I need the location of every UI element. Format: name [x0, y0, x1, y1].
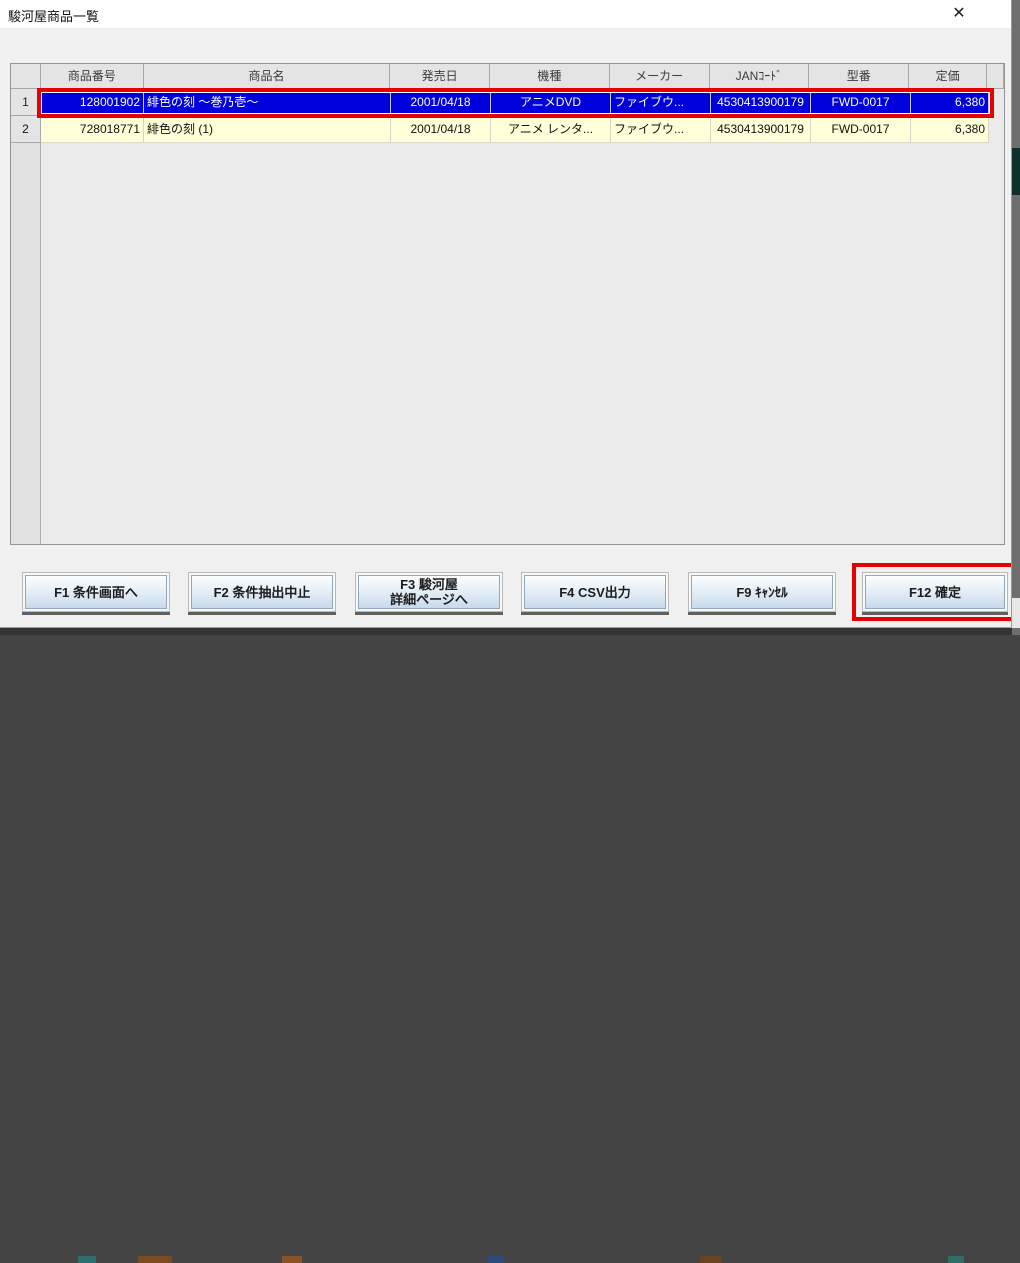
column-header-platform[interactable]: 機種 — [490, 64, 610, 89]
cell-release-date[interactable]: 2001/04/18 — [391, 89, 491, 116]
f2-abort-extraction-button[interactable]: F2 条件抽出中止 — [191, 575, 333, 609]
f2-button-frame: F2 条件抽出中止 — [188, 572, 336, 612]
desktop-background-block — [1012, 148, 1020, 195]
column-header-release-date[interactable]: 発売日 — [390, 64, 491, 89]
f1-condition-screen-button[interactable]: F1 条件画面へ — [25, 575, 167, 609]
f3-button-frame: F3 駿河屋 詳細ページへ — [355, 572, 503, 612]
grid-header-row: 商品番号 商品名 発売日 機種 メーカー JANｺｰﾄﾞ 型番 定価 — [11, 64, 1004, 89]
cell-product-name[interactable]: 緋色の刻 〜巻乃壱〜 — [144, 89, 391, 116]
column-header-model-no[interactable]: 型番 — [809, 64, 910, 89]
f4-csv-export-button[interactable]: F4 CSV出力 — [524, 575, 666, 609]
f9-cancel-button[interactable]: F9 ｷｬﾝｾﾙ — [691, 575, 833, 609]
f3-button-label-line1: F3 駿河屋 — [400, 577, 458, 592]
cell-product-name[interactable]: 緋色の刻 (1) — [144, 116, 391, 143]
close-icon[interactable]: ✕ — [944, 2, 974, 26]
title-bar: 駿河屋商品一覧 ✕ — [0, 0, 1011, 29]
column-header-product-name[interactable]: 商品名 — [143, 64, 391, 89]
grid-corner-cell — [11, 64, 41, 89]
column-header-price[interactable]: 定価 — [909, 64, 988, 89]
f3-button-label-line2: 詳細ページへ — [390, 592, 468, 607]
f12-confirm-button[interactable]: F12 確定 — [865, 575, 1005, 609]
cell-release-date[interactable]: 2001/04/18 — [391, 116, 491, 143]
cell-maker[interactable]: ファイブウ... — [611, 89, 711, 116]
row-header-strip — [11, 143, 41, 544]
row-number[interactable]: 1 — [11, 89, 41, 116]
f3-surugaya-detail-page-button[interactable]: F3 駿河屋 詳細ページへ — [358, 575, 500, 609]
column-header-jan-code[interactable]: JANｺｰﾄﾞ — [709, 64, 810, 89]
cell-jan-code[interactable]: 4530413900179 — [711, 116, 811, 143]
cell-product-no[interactable]: 728018771 — [41, 116, 144, 143]
column-header-maker[interactable]: メーカー — [609, 64, 710, 89]
taskbar-icon-sliver — [138, 1256, 172, 1263]
column-header-product-no[interactable]: 商品番号 — [40, 64, 144, 89]
cell-price[interactable]: 6,380 — [911, 116, 989, 143]
taskbar-icon-sliver — [78, 1256, 96, 1263]
cell-model-no[interactable]: FWD-0017 — [811, 89, 911, 116]
cell-model-no[interactable]: FWD-0017 — [811, 116, 911, 143]
row-number[interactable]: 2 — [11, 116, 41, 143]
window-title: 駿河屋商品一覧 — [8, 9, 100, 24]
cell-platform[interactable]: アニメ レンタ... — [491, 116, 611, 143]
product-grid: 商品番号 商品名 発売日 機種 メーカー JANｺｰﾄﾞ 型番 定価 1 128… — [10, 63, 1005, 545]
cell-platform[interactable]: アニメDVD — [491, 89, 611, 116]
f4-button-frame: F4 CSV出力 — [521, 572, 669, 612]
desktop-background-strip — [1012, 0, 1020, 635]
f12-button-frame: F12 確定 — [862, 572, 1008, 612]
taskbar-icon-sliver — [948, 1256, 964, 1263]
table-row[interactable]: 2 728018771 緋色の刻 (1) 2001/04/18 アニメ レンタ.… — [11, 116, 1004, 143]
f9-button-frame: F9 ｷｬﾝｾﾙ — [688, 572, 836, 612]
column-header-spacer — [987, 64, 1004, 89]
cell-maker[interactable]: ファイブウ... — [611, 116, 711, 143]
cell-price[interactable]: 6,380 — [911, 89, 989, 116]
taskbar-icon-sliver — [488, 1256, 504, 1263]
table-row-selected[interactable]: 1 128001902 緋色の刻 〜巻乃壱〜 2001/04/18 アニメDVD… — [11, 89, 1004, 116]
f1-button-frame: F1 条件画面へ — [22, 572, 170, 612]
cell-jan-code[interactable]: 4530413900179 — [711, 89, 811, 116]
cell-product-no[interactable]: 128001902 — [41, 89, 144, 116]
taskbar-icon-sliver — [282, 1256, 302, 1263]
app-window: 駿河屋商品一覧 ✕ 商品番号 商品名 発売日 機種 メーカー JANｺｰﾄﾞ 型… — [0, 0, 1012, 628]
taskbar-strip — [0, 628, 1012, 1263]
background-window-edge — [1012, 598, 1020, 628]
taskbar-icon-sliver — [700, 1256, 722, 1263]
